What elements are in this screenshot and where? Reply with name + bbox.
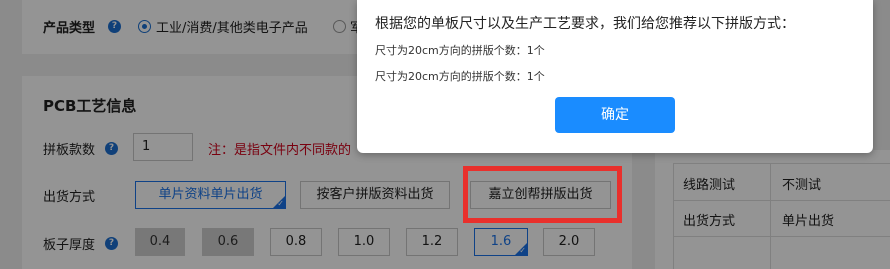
confirm-button[interactable]: 确定 bbox=[555, 97, 675, 133]
annotation-highlight-box bbox=[463, 166, 622, 223]
recommendation-dialog: 根据您的单板尺寸以及生产工艺要求，我们给您推荐以下拼版方式： 尺寸为20cm方向… bbox=[357, 0, 873, 153]
dialog-title: 根据您的单板尺寸以及生产工艺要求，我们给您推荐以下拼版方式： bbox=[375, 16, 795, 32]
dialog-line-2: 尺寸为20cm方向的拼版个数：1个 bbox=[375, 70, 545, 83]
dialog-line-1: 尺寸为20cm方向的拼版个数：1个 bbox=[375, 44, 545, 57]
